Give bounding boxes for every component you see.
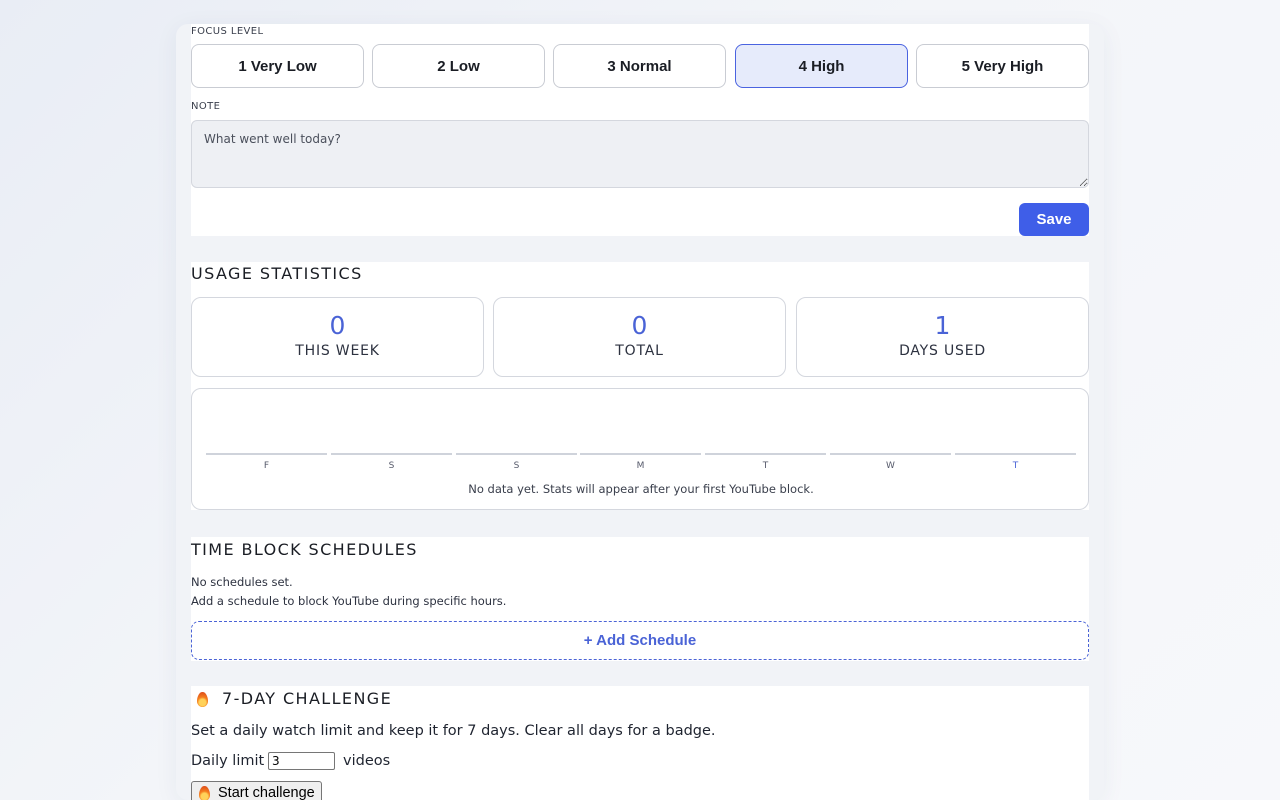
chart-day-column: T	[705, 453, 826, 475]
note-textarea[interactable]	[191, 120, 1089, 188]
chart-day-label: F	[263, 461, 270, 471]
chart-day-column: T	[955, 453, 1076, 475]
chart-day-column: F	[206, 453, 327, 475]
chart-day-column: M	[580, 453, 701, 475]
focus-level-5-button[interactable]: 5 Very High	[916, 44, 1089, 88]
stat-value: 1	[934, 311, 951, 340]
add-schedule-button[interactable]: + Add Schedule	[191, 621, 1089, 660]
usage-statistics-title: USAGE STATISTICS	[191, 264, 363, 283]
chart-day-label: S	[513, 461, 520, 471]
note-label: NOTE	[191, 101, 221, 112]
start-challenge-label: Start challenge	[218, 785, 315, 800]
focus-level-1-button[interactable]: 1 Very Low	[191, 44, 364, 88]
focus-level-label: FOCUS LEVEL	[191, 26, 264, 37]
chart-empty-note: No data yet. Stats will appear after you…	[468, 482, 814, 496]
chart-day-column: S	[331, 453, 452, 475]
schedules-empty-hint: Add a schedule to block YouTube during s…	[191, 594, 507, 608]
focus-level-3-button[interactable]: 3 Normal	[553, 44, 726, 88]
chart-bar	[206, 453, 327, 455]
stat-card-days-used: 1 DAYS USED	[796, 297, 1089, 377]
daily-limit-unit: videos	[343, 753, 391, 769]
chart-day-label: W	[886, 461, 895, 471]
fire-icon	[197, 692, 208, 707]
chart-day-label-today: T	[1012, 461, 1019, 471]
daily-limit-label: Daily limit	[191, 753, 265, 769]
stat-value: 0	[631, 311, 648, 340]
focus-section: FOCUS LEVEL 1 Very Low 2 Low 3 Normal 4 …	[191, 24, 1089, 236]
chart-day-column: W	[830, 453, 951, 475]
focus-level-2-button[interactable]: 2 Low	[372, 44, 545, 88]
stat-label: DAYS USED	[899, 343, 986, 359]
schedules-title: TIME BLOCK SCHEDULES	[191, 540, 418, 559]
chart-bar	[830, 453, 951, 455]
stat-label: TOTAL	[615, 343, 664, 359]
chart-day-label: S	[388, 461, 395, 471]
chart-bar	[955, 453, 1076, 455]
schedules-section: TIME BLOCK SCHEDULES No schedules set. A…	[191, 537, 1089, 661]
settings-panel: FOCUS LEVEL 1 Very Low 2 Low 3 Normal 4 …	[176, 24, 1104, 800]
save-button[interactable]: Save	[1019, 203, 1089, 236]
start-challenge-button[interactable]: Start challenge	[191, 781, 322, 800]
schedules-empty-text: No schedules set.	[191, 575, 293, 589]
stat-value: 0	[329, 311, 346, 340]
chart-day-column: S	[456, 453, 577, 475]
usage-statistics-section: USAGE STATISTICS 0 THIS WEEK 0 TOTAL 1 D…	[191, 262, 1089, 510]
stat-card-this-week: 0 THIS WEEK	[191, 297, 484, 377]
chart-bar	[331, 453, 452, 455]
chart-bar	[456, 453, 577, 455]
stat-label: THIS WEEK	[295, 343, 380, 359]
challenge-section: 7-DAY CHALLENGE Set a daily watch limit …	[191, 686, 1089, 800]
stat-card-total: 0 TOTAL	[493, 297, 786, 377]
weekly-usage-chart: F S S M T W T No data yet. Stats will ap…	[191, 388, 1089, 510]
fire-icon	[199, 786, 210, 800]
chart-day-label: T	[762, 461, 769, 471]
focus-level-4-button[interactable]: 4 High	[735, 44, 908, 88]
chart-bar	[705, 453, 826, 455]
daily-limit-input[interactable]	[268, 752, 335, 770]
challenge-title: 7-DAY CHALLENGE	[222, 689, 393, 708]
chart-bar	[580, 453, 701, 455]
chart-day-label: M	[636, 461, 645, 471]
challenge-description: Set a daily watch limit and keep it for …	[191, 723, 716, 739]
